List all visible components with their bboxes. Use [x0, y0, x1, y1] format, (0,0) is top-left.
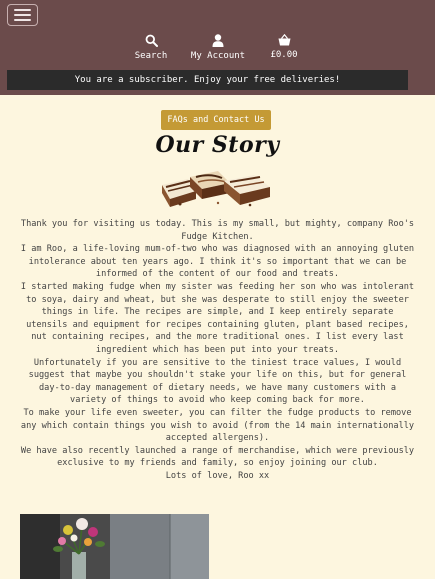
- story-signoff: Lots of love, Roo xx: [165, 470, 270, 481]
- fudge-image: [162, 171, 270, 207]
- nav-account-link[interactable]: My Account: [190, 34, 246, 62]
- nav-search-label: Search: [134, 51, 168, 61]
- story-text: Thank you for visiting us today. This is…: [20, 218, 415, 482]
- story-paragraph: I started making fudge when my sister wa…: [20, 281, 415, 355]
- basket-total: £0.00: [270, 50, 298, 60]
- subscriber-banner: You are a subscriber. Enjoy your free de…: [7, 70, 408, 90]
- shopping-basket-icon: [278, 34, 290, 46]
- story-paragraph: We have also recently launched a range o…: [20, 445, 415, 469]
- nav-search-link[interactable]: Search: [134, 34, 168, 62]
- hamburger-icon-bar: [14, 19, 31, 21]
- faqs-contact-button[interactable]: FAQs and Contact Us: [161, 110, 271, 130]
- menu-toggle-button[interactable]: [7, 4, 38, 26]
- nav-account-label: My Account: [190, 51, 246, 61]
- story-paragraph: Unfortunately if you are sensitive to th…: [28, 357, 407, 406]
- search-icon: [145, 34, 158, 47]
- story-paragraph: To make your life even sweeter, you can …: [20, 407, 415, 444]
- hamburger-icon-bar: [14, 9, 31, 11]
- kitchen-photo: [20, 514, 209, 579]
- nav-basket-link[interactable]: £0.00: [268, 34, 300, 61]
- story-paragraph: Thank you for visiting us today. This is…: [20, 219, 415, 242]
- page-title: Our Story: [155, 132, 280, 158]
- site-header: Search My Account £0.00 You are a subscr…: [0, 0, 435, 95]
- user-icon: [212, 34, 224, 47]
- hamburger-icon-bar: [14, 14, 31, 16]
- story-paragraph: I am Roo, a life-loving mum-of-two who w…: [20, 244, 415, 280]
